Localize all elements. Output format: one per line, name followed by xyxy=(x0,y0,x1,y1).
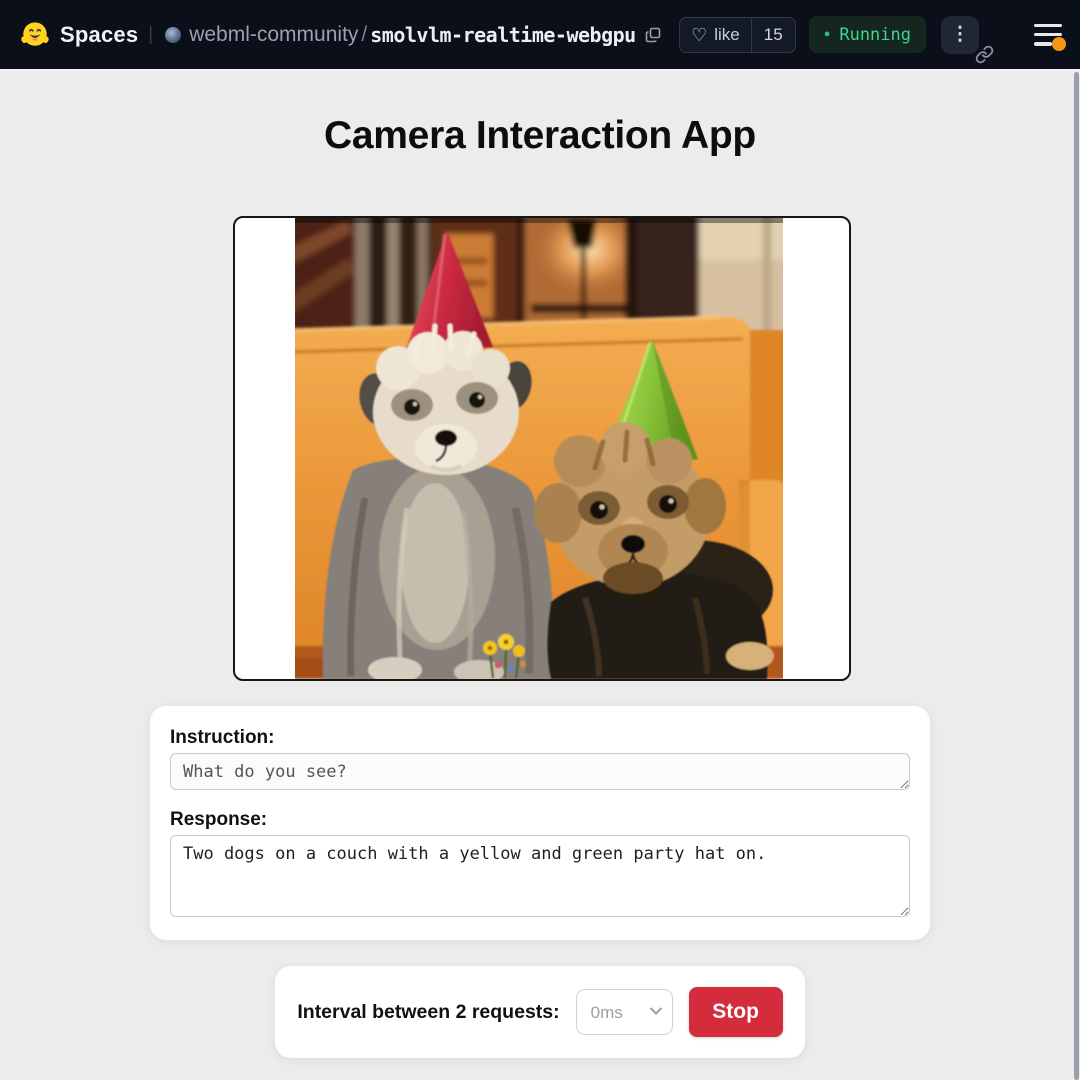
like-label: like xyxy=(714,25,740,45)
brand: Spaces xyxy=(20,20,138,50)
notification-dot xyxy=(1052,37,1066,51)
heart-icon: ♡ xyxy=(691,26,707,44)
copy-space-name-button[interactable] xyxy=(645,27,661,43)
header-actions: ♡ like 15 ● Running ⋮ xyxy=(679,16,1062,54)
breadcrumb-separator: | xyxy=(148,24,153,46)
interval-label: Interval between 2 requests: xyxy=(297,1001,559,1024)
org-avatar[interactable] xyxy=(165,27,181,43)
interval-select[interactable]: 0ms xyxy=(576,989,673,1035)
page-scrollbar[interactable] xyxy=(1074,72,1079,1080)
status-label: Running xyxy=(839,25,911,45)
status-dot-icon: ● xyxy=(824,29,831,40)
hamburger-icon xyxy=(1034,24,1062,28)
instruction-label: Instruction: xyxy=(170,727,275,749)
response-label: Response: xyxy=(170,809,267,831)
response-output[interactable]: Two dogs on a couch with a yellow and gr… xyxy=(170,835,910,917)
hugging-face-logo-icon[interactable] xyxy=(20,20,50,50)
status-badge[interactable]: ● Running xyxy=(809,16,926,53)
copy-icon xyxy=(645,27,661,43)
more-options-button[interactable]: ⋮ xyxy=(941,16,979,54)
io-panel: Instruction: What do you see? Response: … xyxy=(150,706,930,940)
like-count[interactable]: 15 xyxy=(751,18,795,52)
instruction-input[interactable]: What do you see? xyxy=(170,753,910,790)
breadcrumb-slash: / xyxy=(361,23,367,47)
page-title: Camera Interaction App xyxy=(0,114,1080,158)
top-navbar: Spaces | webml-community / smolvlm-realt… xyxy=(0,0,1080,71)
breadcrumb: webml-community / smolvlm-realtime-webgp… xyxy=(165,23,661,47)
kebab-icon: ⋮ xyxy=(951,25,970,44)
breadcrumb-space-link[interactable]: smolvlm-realtime-webgpu xyxy=(370,23,635,47)
breadcrumb-org-link[interactable]: webml-community xyxy=(189,23,358,47)
controls-panel: Interval between 2 requests: 0ms Stop xyxy=(275,966,805,1058)
camera-feed-image xyxy=(295,218,783,679)
like-button[interactable]: ♡ like 15 xyxy=(679,17,796,53)
menu-button[interactable] xyxy=(1034,24,1062,46)
spaces-label[interactable]: Spaces xyxy=(60,22,138,48)
camera-video-frame xyxy=(233,216,851,681)
stop-button[interactable]: Stop xyxy=(689,987,783,1037)
link-icon[interactable] xyxy=(975,45,994,64)
